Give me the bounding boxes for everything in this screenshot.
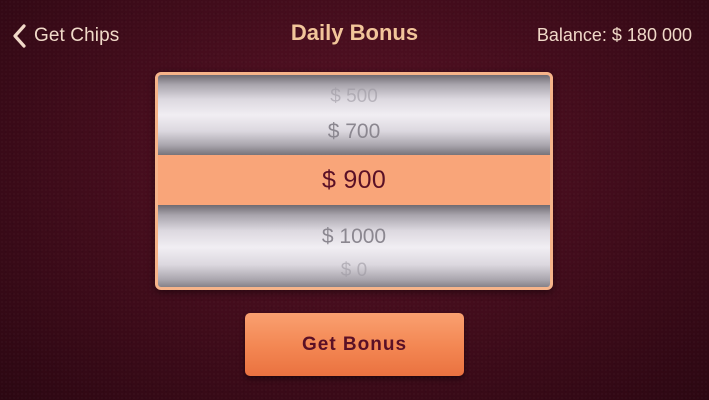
picker-option[interactable]: $ 0 xyxy=(158,260,550,282)
get-bonus-label: Get Bonus xyxy=(301,333,408,355)
selected-amount-label: $ 900 xyxy=(321,165,387,194)
picker-option[interactable]: $ 700 xyxy=(158,120,550,144)
picker-option[interactable]: $ 1000 xyxy=(158,225,550,249)
bonus-amount-picker[interactable]: $ 500 $ 700 $ 900 $ 1000 $ 0 xyxy=(155,72,553,290)
get-bonus-button[interactable]: Get Bonus xyxy=(245,313,464,376)
picker-option[interactable]: $ 500 xyxy=(158,86,550,108)
balance-display: Balance: $ 180 000 xyxy=(536,25,692,45)
picker-selected-option[interactable]: $ 900 xyxy=(158,155,550,205)
